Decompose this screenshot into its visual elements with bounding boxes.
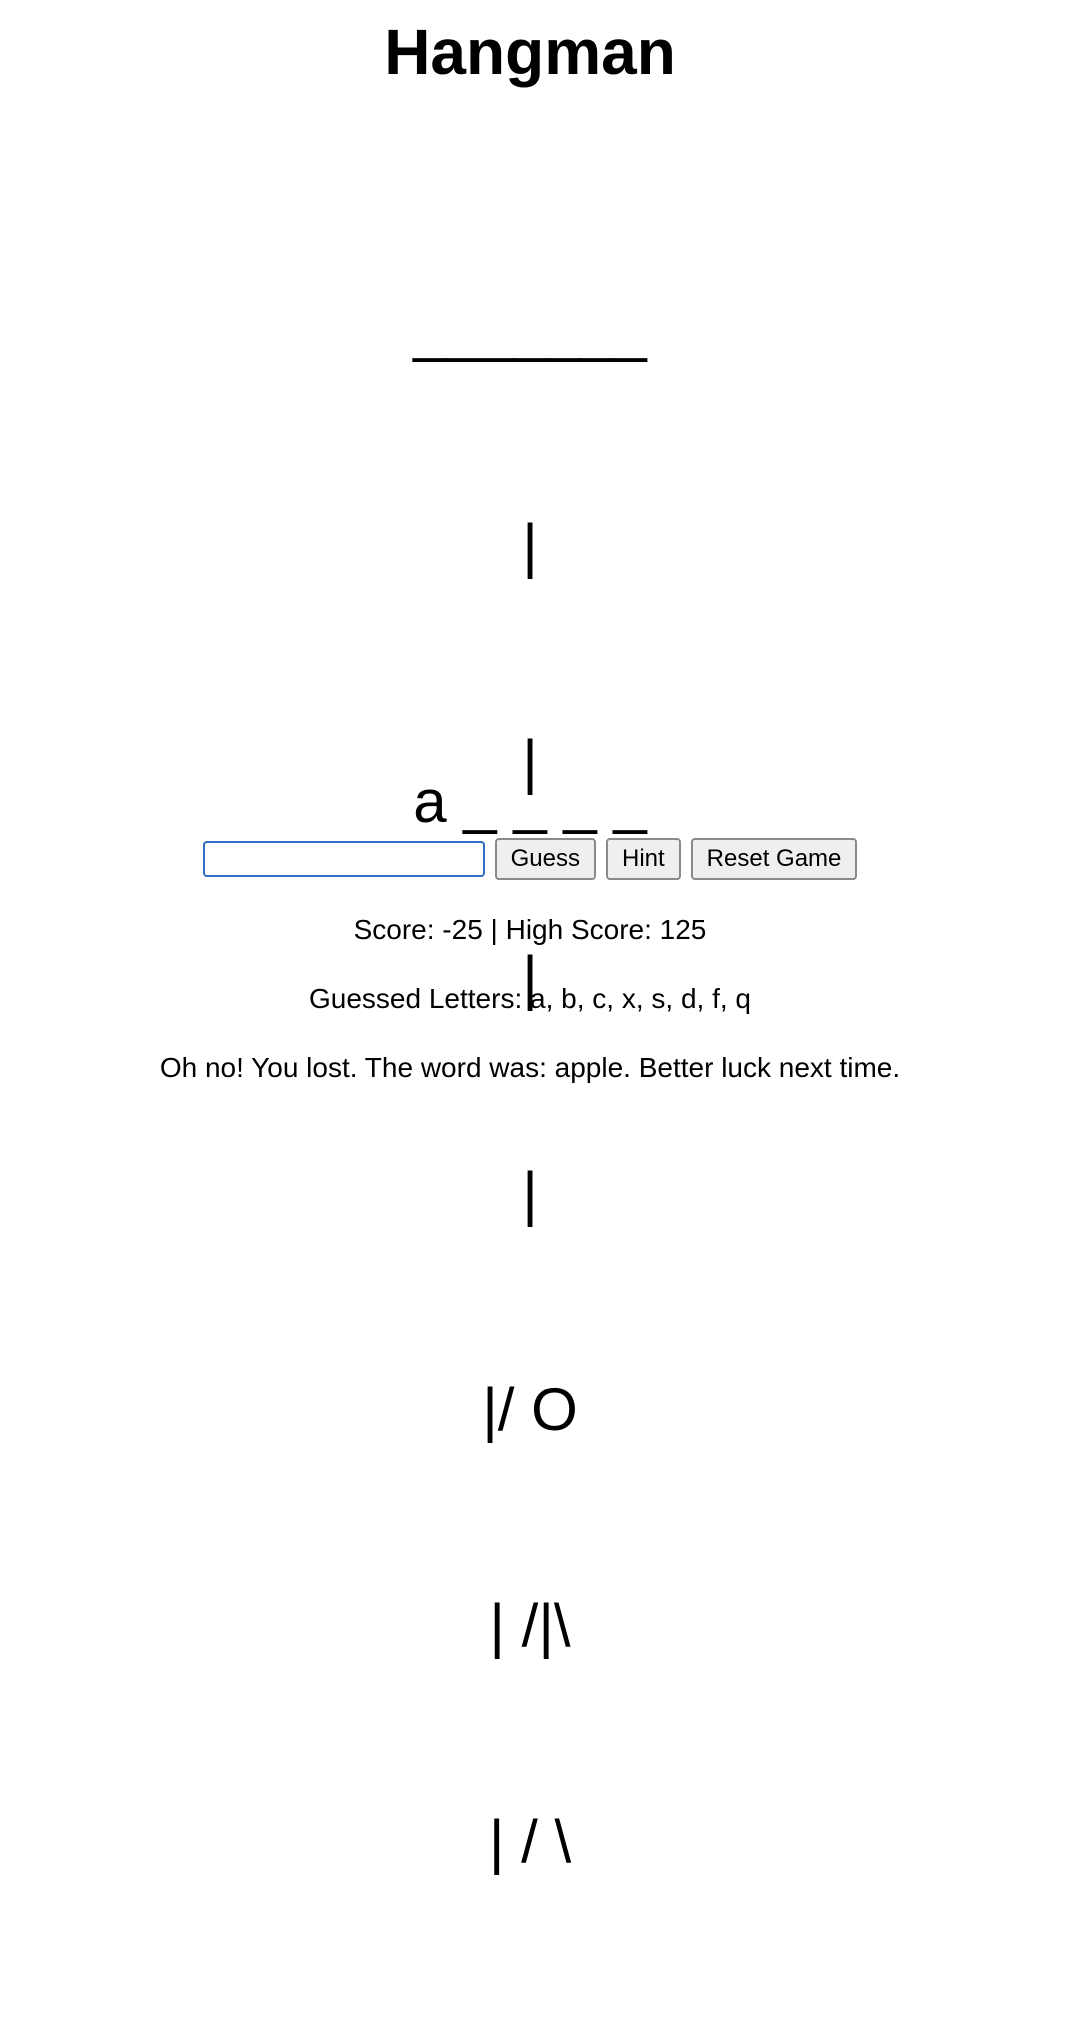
hangman-head: |/ O (482, 1376, 578, 1443)
hangman-body: | /|\ (489, 1592, 571, 1659)
guess-controls: Guess Hint Reset Game (0, 838, 1060, 880)
score-display: Score: -25 | High Score: 125 (353, 914, 707, 945)
hangman-drawing: _______ | | | | |/ O | /|\ | / \ (0, 150, 1060, 2022)
guess-button[interactable]: Guess (494, 838, 596, 880)
hint-button[interactable]: Hint (605, 838, 681, 880)
word-display: a _ _ _ _ (413, 768, 647, 835)
guessed-letters: Guessed Letters: a, b, c, x, s, d, f, q (309, 983, 751, 1014)
gallows-rope-4: | (522, 1160, 538, 1227)
status-message: Oh no! You lost. The word was: apple. Be… (159, 1052, 901, 1083)
hangman-legs: | / \ (488, 1808, 572, 1875)
reset-game-button[interactable]: Reset Game (690, 838, 858, 880)
hangman-page: Hangman _______ | | | | |/ O | /|\ | / \… (0, 0, 1076, 1875)
gallows-beam: _______ (413, 296, 647, 363)
guess-input[interactable] (202, 841, 485, 877)
gallows-rope-1: | (522, 512, 538, 579)
page-title: Hangman (384, 16, 676, 88)
